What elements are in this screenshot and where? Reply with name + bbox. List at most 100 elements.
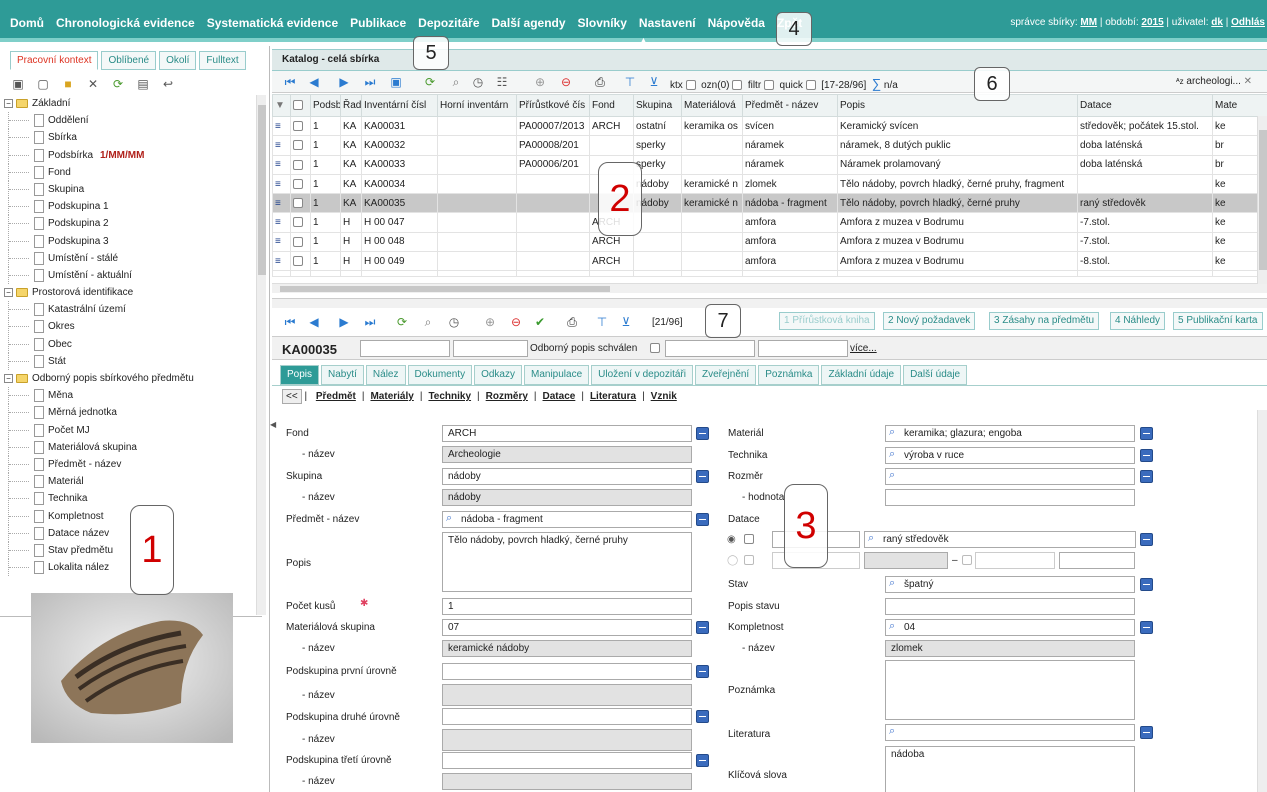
menu-item[interactable]: Systematická evidence bbox=[207, 16, 338, 30]
subsection-link[interactable]: Materiály bbox=[370, 391, 413, 402]
datace-radio-1[interactable]: ◉ bbox=[727, 534, 736, 545]
undo-icon[interactable]: ↩ bbox=[160, 76, 176, 92]
tree-node[interactable]: Umístění - aktuální bbox=[0, 266, 262, 284]
tab-zasahy[interactable]: 3 Zásahy na předmětu bbox=[989, 312, 1100, 330]
confirm-check-icon[interactable]: ✔ bbox=[532, 314, 548, 330]
first-record-icon[interactable]: ⏮ bbox=[282, 314, 298, 330]
podskupina-1-lookup-button[interactable] bbox=[696, 665, 709, 678]
column-header[interactable]: Přírůstkové čís bbox=[516, 94, 590, 117]
quick-checkbox[interactable] bbox=[805, 80, 816, 91]
matsk-field[interactable]: 07 bbox=[442, 619, 692, 636]
column-header[interactable]: Fond bbox=[589, 94, 634, 117]
save-icon[interactable]: ▤ bbox=[135, 76, 151, 92]
row-menu-icon[interactable]: ≡ bbox=[275, 256, 281, 267]
column-header[interactable]: Popis bbox=[837, 94, 1078, 117]
row-menu-icon[interactable]: ≡ bbox=[275, 179, 281, 190]
table-row[interactable]: ≡ 1 KA KA00035 nádoby keramické n nádoba - fra… bbox=[272, 193, 1267, 214]
delete-icon[interactable]: ⊖ bbox=[558, 74, 574, 90]
tab-fulltext[interactable]: Fulltext bbox=[199, 51, 246, 70]
filter-clear-icon[interactable]: ⊻ bbox=[646, 74, 662, 90]
print-icon[interactable]: ⎙ bbox=[592, 74, 608, 90]
delete-icon[interactable]: ⊖ bbox=[508, 314, 524, 330]
column-header[interactable]: Předmět - název bbox=[742, 94, 838, 117]
tree-node[interactable]: − Odborný popis sbírkového předmětu bbox=[0, 370, 262, 387]
collapse-all-icon[interactable]: ▢ bbox=[35, 76, 51, 92]
tab-pracovni-kontext[interactable]: Pracovní kontext bbox=[10, 51, 99, 70]
table-row[interactable]: ≡ 1 KA KA00034 nádoby keramické n zlomek Tělo n… bbox=[272, 173, 1267, 195]
menu-item[interactable]: Nastavení bbox=[639, 16, 696, 30]
subsection-link[interactable]: Literatura bbox=[590, 391, 636, 402]
filter-clear-icon[interactable]: ⊻ bbox=[618, 314, 634, 330]
hodnota-field[interactable] bbox=[885, 489, 1135, 506]
tree-node[interactable]: Umístění - stálé bbox=[0, 249, 262, 267]
pocet-field[interactable]: 1 bbox=[442, 598, 692, 615]
detail-tab[interactable]: Nabytí bbox=[321, 365, 364, 385]
tree-node[interactable]: Technika bbox=[0, 490, 262, 508]
add-icon[interactable]: ⊕ bbox=[482, 314, 498, 330]
history-icon[interactable]: ◷ bbox=[446, 314, 462, 330]
fond-lookup-button[interactable] bbox=[696, 427, 709, 440]
stav-field[interactable]: špatný bbox=[885, 576, 1135, 593]
tree-node[interactable]: Počet MJ bbox=[0, 421, 262, 439]
ozn-checkbox[interactable] bbox=[732, 80, 743, 91]
subsection-link[interactable]: Datace bbox=[543, 391, 576, 402]
row-menu-icon[interactable]: ≡ bbox=[275, 140, 281, 151]
datace-radio-2[interactable]: ◯ bbox=[727, 555, 738, 566]
column-header[interactable]: Horní inventárn bbox=[437, 94, 517, 117]
rozmer-field[interactable] bbox=[885, 468, 1135, 485]
column-header[interactable]: ▼ bbox=[272, 94, 291, 117]
podskupina-1-field[interactable] bbox=[442, 663, 692, 680]
tree-node[interactable]: Podsbírka 1/MM/MM bbox=[0, 146, 262, 164]
tree-node[interactable]: Katastrální území bbox=[0, 301, 262, 319]
tree-node[interactable]: Měna bbox=[0, 387, 262, 405]
tree-node[interactable]: Materiálová skupina bbox=[0, 438, 262, 456]
next-record-icon[interactable]: ▶ bbox=[336, 314, 352, 330]
clear-icon[interactable]: ✕ bbox=[1244, 76, 1252, 87]
expand-all-icon[interactable]: ▣ bbox=[10, 76, 26, 92]
subsection-link[interactable]: Techniky bbox=[428, 391, 471, 402]
tree-node[interactable]: Fond bbox=[0, 163, 262, 181]
stav-lookup-button[interactable] bbox=[1140, 578, 1153, 591]
table-row[interactable]: ≡1HH 00 047ARCHamforaAmfora z muzea v Bo… bbox=[272, 212, 1267, 233]
row-checkbox[interactable] bbox=[293, 140, 303, 151]
refresh-icon[interactable]: ⟳ bbox=[422, 74, 438, 90]
technika-lookup-button[interactable] bbox=[1140, 449, 1153, 462]
back-button[interactable]: << bbox=[282, 389, 302, 404]
column-header[interactable]: Mate bbox=[1212, 94, 1267, 117]
matsk-lookup-button[interactable] bbox=[696, 621, 709, 634]
folder-icon[interactable]: ■ bbox=[60, 76, 76, 92]
grid-v-scrollbar[interactable] bbox=[1257, 116, 1267, 284]
tree-node[interactable]: Stát bbox=[0, 352, 262, 370]
literatura-lookup-button[interactable] bbox=[1140, 726, 1153, 739]
tab-novy-pozadavek[interactable]: 2 Nový požadavek bbox=[883, 312, 976, 330]
subsection-link[interactable]: Předmět bbox=[316, 391, 356, 402]
fond-field[interactable]: ARCH bbox=[442, 425, 692, 442]
table-row[interactable]: ≡ 1 H H 00 048 ARCH amfora Amfora z muzea v Bo… bbox=[272, 231, 1267, 253]
detail-tab[interactable]: Dokumenty bbox=[407, 365, 473, 385]
admin-link[interactable]: MM bbox=[1080, 17, 1097, 28]
kompletnost-field[interactable]: 04 bbox=[885, 619, 1135, 636]
detail-tab[interactable]: Zveřejnění bbox=[694, 365, 757, 385]
period-link[interactable]: 2015 bbox=[1141, 17, 1163, 28]
column-header[interactable]: Podsb bbox=[310, 94, 341, 117]
id-field-3[interactable] bbox=[665, 340, 755, 357]
collapse-icon[interactable]: ▲ bbox=[640, 37, 654, 44]
tab-prirustkova-kniha[interactable]: 1 Přírůstková kniha bbox=[779, 312, 875, 330]
column-header[interactable]: Inventární čísl bbox=[361, 94, 438, 117]
kompletnost-lookup-button[interactable] bbox=[1140, 621, 1153, 634]
row-checkbox[interactable] bbox=[293, 121, 303, 131]
row-menu-icon[interactable]: ≡ bbox=[275, 217, 281, 228]
first-record-icon[interactable]: ⏮ bbox=[282, 74, 298, 90]
collapse-icon[interactable]: − bbox=[4, 374, 13, 383]
columns-icon[interactable]: ☷ bbox=[494, 74, 510, 90]
print-icon[interactable]: ⎙ bbox=[564, 314, 580, 330]
datace-lookup-button[interactable] bbox=[1140, 533, 1153, 546]
skupina-lookup-button[interactable] bbox=[696, 470, 709, 483]
popis-textarea[interactable]: Tělo nádoby, povrch hladký, černé pruhy bbox=[442, 532, 692, 592]
add-icon[interactable]: ⊕ bbox=[532, 74, 548, 90]
tree-node[interactable]: Obec bbox=[0, 335, 262, 353]
history-icon[interactable]: ◷ bbox=[470, 74, 486, 90]
column-header[interactable]: Datace bbox=[1077, 94, 1213, 117]
table-row[interactable]: ≡ 1 KA KA00031 PA00007/2013 ARCH ostatní kerami… bbox=[272, 115, 1267, 137]
rozmer-lookup-button[interactable] bbox=[1140, 470, 1153, 483]
